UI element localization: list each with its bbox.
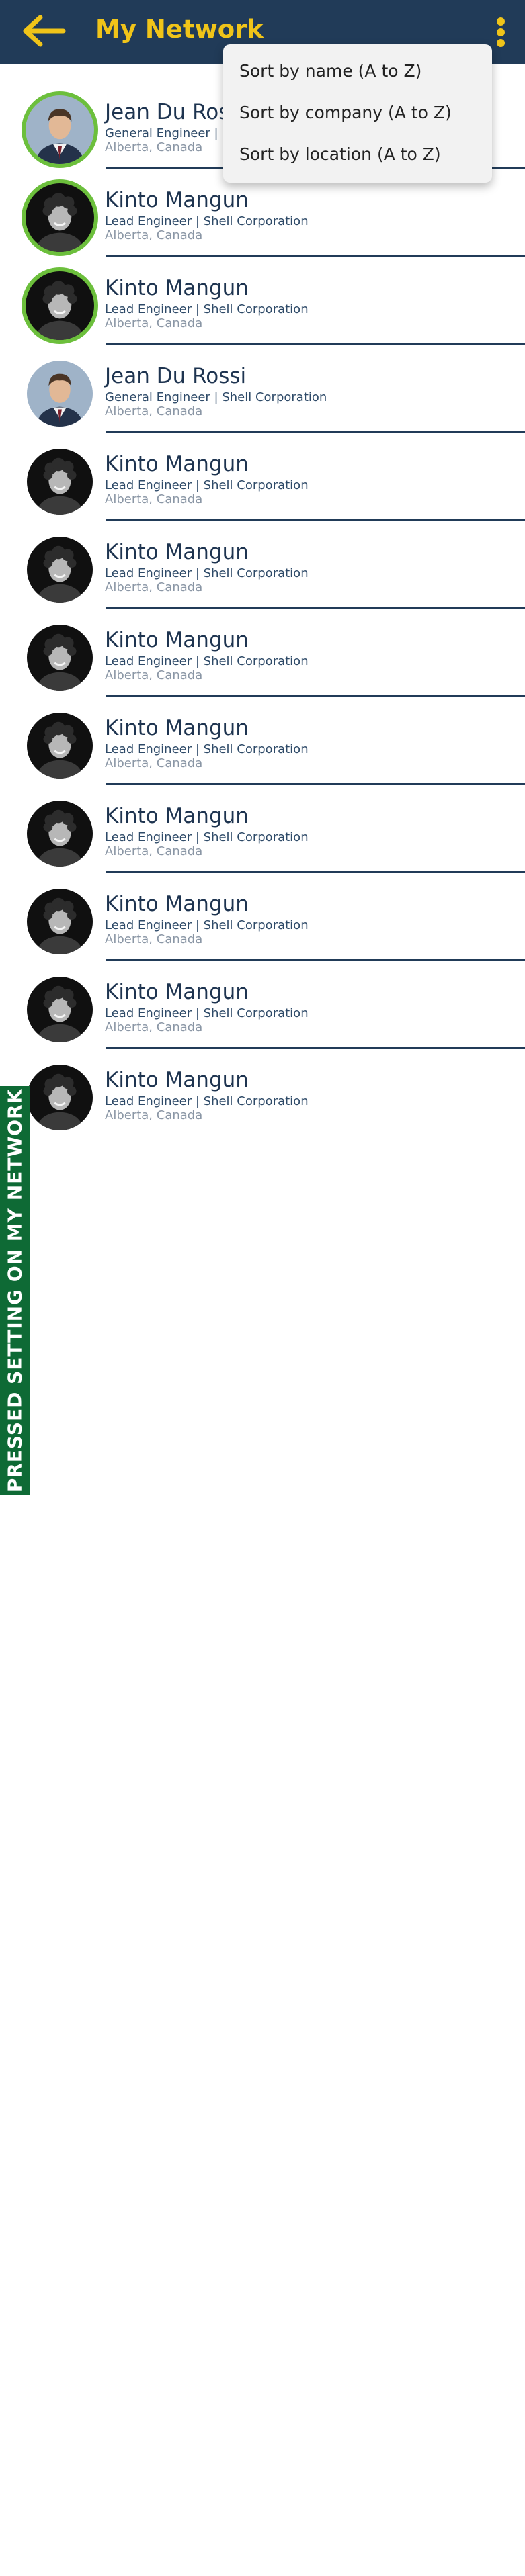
man-in-suit-avatar[interactable] [22,355,98,432]
annotation-banner: PRESSED SETTING ON MY NETWORK [0,1086,30,1495]
contact-location: Alberta, Canada [105,580,203,594]
sort-dropdown-menu: Sort by name (A to Z) Sort by company (A… [223,44,492,183]
contact-row[interactable]: Kinto Mangun Lead Engineer | Shell Corpor… [0,1049,525,1137]
contact-location: Alberta, Canada [105,844,203,858]
contact-row[interactable]: Kinto Mangun Lead Engineer | Shell Corpor… [0,873,525,961]
contact-location: Alberta, Canada [105,668,203,682]
contact-name: Kinto Mangun [105,188,249,212]
contact-location: Alberta, Canada [105,404,203,418]
annotation-text: PRESSED SETTING ON MY NETWORK [3,1088,26,1493]
arrow-left-icon[interactable] [20,13,67,48]
contact-name: Kinto Mangun [105,452,249,476]
contact-name: Kinto Mangun [105,540,249,564]
kebab-menu-icon[interactable] [493,16,508,48]
sort-by-name-option[interactable]: Sort by name (A to Z) [239,56,481,86]
contact-row[interactable]: Kinto Mangun Lead Engineer | Shell Corpor… [0,257,525,345]
contact-name: Kinto Mangun [105,716,249,740]
contact-row[interactable]: Jean Du Rossi General Engineer | Shell Co… [0,345,525,433]
contact-row[interactable]: Kinto Mangun Lead Engineer | Shell Corpor… [0,521,525,609]
contact-location: Alberta, Canada [105,756,203,770]
man-curly-hair-avatar[interactable] [22,443,98,520]
contact-title: Lead Engineer | Shell Corporation [105,214,309,228]
man-curly-hair-avatar[interactable] [22,619,98,696]
man-curly-hair-avatar[interactable] [22,267,98,344]
sort-by-location-option[interactable]: Sort by location (A to Z) [239,140,481,169]
contact-title: Lead Engineer | Shell Corporation [105,654,309,668]
man-curly-hair-avatar[interactable] [22,531,98,608]
contact-row[interactable]: Kinto Mangun Lead Engineer | Shell Corpor… [0,609,525,697]
contact-name: Kinto Mangun [105,628,249,652]
contact-location: Alberta, Canada [105,492,203,506]
contact-title: Lead Engineer | Shell Corporation [105,478,309,492]
contact-title: Lead Engineer | Shell Corporation [105,302,309,316]
contact-location: Alberta, Canada [105,1020,203,1034]
man-curly-hair-avatar[interactable] [22,179,98,256]
contact-title: Lead Engineer | Shell Corporation [105,918,309,932]
contact-name: Kinto Mangun [105,276,249,300]
contact-name: Kinto Mangun [105,892,249,916]
contact-name: Jean Du Rossi [105,364,247,388]
contact-title: Lead Engineer | Shell Corporation [105,1006,309,1020]
contact-location: Alberta, Canada [105,228,203,242]
contact-location: Alberta, Canada [105,140,203,154]
contact-list: Jean Du Rossi General Engineer | Shell Co… [0,81,525,1137]
man-curly-hair-avatar[interactable] [22,795,98,872]
contact-title: Lead Engineer | Shell Corporation [105,566,309,580]
contact-name: Kinto Mangun [105,804,249,828]
contact-name: Kinto Mangun [105,980,249,1004]
contact-location: Alberta, Canada [105,932,203,946]
contact-row[interactable]: Kinto Mangun Lead Engineer | Shell Corpor… [0,697,525,785]
contact-location: Alberta, Canada [105,1108,203,1122]
contact-title: General Engineer | Shell Corporation [105,390,327,404]
man-curly-hair-avatar[interactable] [22,883,98,960]
contact-row[interactable]: Kinto Mangun Lead Engineer | Shell Corpor… [0,785,525,873]
sort-by-company-option[interactable]: Sort by company (A to Z) [239,98,481,128]
contact-row[interactable]: Kinto Mangun Lead Engineer | Shell Corpor… [0,961,525,1049]
man-curly-hair-avatar[interactable] [22,707,98,784]
page-title: My Network [95,15,264,44]
contact-title: Lead Engineer | Shell Corporation [105,1094,309,1108]
contact-location: Alberta, Canada [105,316,203,330]
man-in-suit-avatar[interactable] [22,91,98,168]
contact-row[interactable]: Kinto Mangun Lead Engineer | Shell Corpor… [0,433,525,521]
contact-title: Lead Engineer | Shell Corporation [105,830,309,844]
contact-name: Kinto Mangun [105,1068,249,1092]
man-curly-hair-avatar[interactable] [22,1059,98,1136]
man-curly-hair-avatar[interactable] [22,971,98,1048]
contact-title: Lead Engineer | Shell Corporation [105,742,309,756]
